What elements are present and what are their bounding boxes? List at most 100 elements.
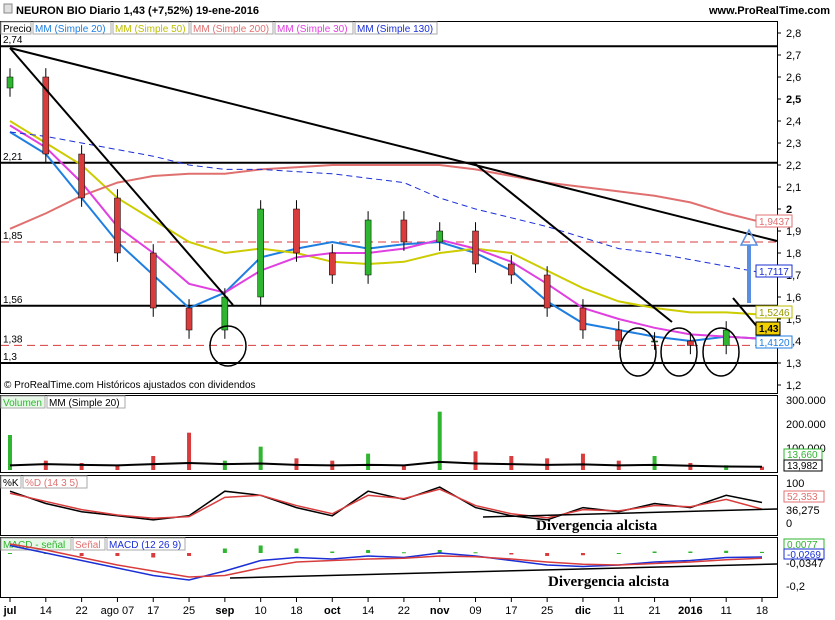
candle-body <box>364 219 372 276</box>
x-tick-label: 25 <box>183 605 195 617</box>
price-tick-label: 1,3 <box>786 358 801 370</box>
moving-averages <box>9 120 763 343</box>
stoch-line-1 <box>9 488 763 520</box>
macd-hist-bar <box>330 551 335 553</box>
x-tick-label: 17 <box>147 605 159 617</box>
macd-hist-bar <box>294 548 299 553</box>
site-url[interactable]: www.ProRealTime.com <box>708 5 830 17</box>
candle-body <box>329 252 336 276</box>
legend-vol-sma: MM (Simple 20) <box>49 398 120 409</box>
x-tick-label: 22 <box>398 605 410 617</box>
label-sma50: 1,5246 <box>759 308 790 319</box>
candle-body <box>615 329 623 342</box>
x-tick-label: 22 <box>75 605 87 617</box>
macd-hist-bar <box>401 552 406 554</box>
support-circles <box>209 325 740 377</box>
macd-hist-bar <box>222 548 227 553</box>
x-tick-label: 11 <box>720 605 731 617</box>
volume-bar <box>187 432 192 470</box>
volume-bar <box>258 446 263 470</box>
x-axis: jul 14 22 ago 07 17 25 sep 10 18 oct 14 22 nov 09 17 25… <box>3 598 768 617</box>
macd-hist-bar <box>151 553 156 558</box>
candle-body <box>6 76 14 89</box>
circle-dec2 <box>660 327 698 377</box>
macd-hist-bar <box>545 553 550 556</box>
circle-aug <box>209 325 247 367</box>
price-legend: Precio MM (Simple 20) MM (Simple 50) MM … <box>0 21 438 35</box>
macd-hist-bar <box>724 550 729 553</box>
x-tick-label: 2016 <box>678 605 702 617</box>
macd-divergence-line <box>229 563 778 579</box>
copyright-note: © ProRealTime.com Históricos ajustados c… <box>4 380 256 391</box>
price-tick-label: 2,7 <box>786 50 801 62</box>
price-tick-label: 2,4 <box>786 116 801 128</box>
label-stoch-d: 52,353 <box>787 492 818 503</box>
menu-icon[interactable] <box>3 3 13 14</box>
x-tick-label: sep <box>215 605 234 617</box>
stoch-annotation: Divergencia alcista <box>536 518 658 534</box>
price-tick-label: 2,8 <box>786 28 801 40</box>
x-tick-label: jul <box>3 605 17 617</box>
x-tick-label: dic <box>575 605 591 617</box>
label-last-price: 1,43 <box>759 324 779 335</box>
price-tick-label: 1,6 <box>786 292 801 304</box>
macd-hist-bar <box>473 552 478 554</box>
x-tick-label: 21 <box>648 605 660 617</box>
level-label: 1,3 <box>3 352 17 363</box>
label-sma130: 1,7117 <box>759 267 789 278</box>
macd-hist-bar <box>79 553 84 556</box>
price-tick-label: 2 <box>786 204 792 216</box>
circle-jan <box>702 327 740 377</box>
level-label: 1,38 <box>3 334 23 345</box>
volume-bars <box>8 411 764 470</box>
vol-tick-300k: 300.000 <box>786 395 826 407</box>
level-label: 1,85 <box>3 231 23 242</box>
chart-header: NEURON BIO Diario 1,43 (+7,52%) 19-ene-2… <box>3 3 830 17</box>
stoch-legend: %K %D (14 3 5) <box>0 475 88 489</box>
candle-body <box>185 307 193 331</box>
macd-hist-bar <box>366 550 371 553</box>
level-label: 1,56 <box>3 295 23 306</box>
macd-axis: 0,0077 -0,0269 -0,0347 -0,2 <box>783 538 825 593</box>
macd-hist-bar <box>688 551 693 553</box>
stoch-axis: 100 52,353 36,275 0 <box>783 478 825 530</box>
level-label: 2,21 <box>3 152 23 163</box>
x-tick-label: 10 <box>255 605 267 617</box>
level-label: 2,74 <box>3 35 23 46</box>
volume-bar <box>580 453 585 470</box>
legend-sma130: MM (Simple 130) <box>357 24 433 35</box>
label-stoch-k: 36,275 <box>786 505 820 517</box>
stock-chart: NEURON BIO Diario 1,43 (+7,52%) 19-ene-2… <box>0 3 830 617</box>
x-tick-label: 14 <box>362 605 374 617</box>
label-sma20: 1,4120 <box>759 338 790 349</box>
macd-hist-bar <box>8 553 12 554</box>
volume-bar <box>473 451 478 470</box>
stoch-divergence-line <box>482 508 778 518</box>
macd-hist-bar <box>509 553 514 555</box>
target-arrow <box>739 228 759 303</box>
ma-line-2 <box>9 164 763 230</box>
candle-body <box>508 263 515 276</box>
price-tick-label: 2,5 <box>786 94 801 106</box>
volume-bar <box>652 456 657 470</box>
macd-hist-bar <box>760 551 764 553</box>
stochastic-lines <box>9 486 763 521</box>
stoch-tick-100: 100 <box>786 478 804 490</box>
x-tick-label: 25 <box>541 605 553 617</box>
price-tick-label: 2,1 <box>786 182 801 194</box>
macd-annotation: Divergencia alcista <box>548 574 670 590</box>
trendline-long <box>9 47 778 242</box>
label-sma200: 1,9437 <box>759 217 790 228</box>
candle-body <box>293 208 300 254</box>
ma-line-1 <box>9 120 763 316</box>
x-tick-label: 14 <box>40 605 52 617</box>
candle-body <box>257 208 264 298</box>
legend-sma50: MM (Simple 50) <box>115 24 186 35</box>
volume-legend: Volumen MM (Simple 20) <box>0 395 126 409</box>
legend-price: Precio <box>3 24 32 35</box>
volume-bar <box>366 453 371 470</box>
label-volume: 13,660 <box>787 450 818 461</box>
vol-tick-200k: 200.000 <box>786 419 826 431</box>
price-tick-label: 1,8 <box>786 248 801 260</box>
volume-bar <box>509 456 514 470</box>
